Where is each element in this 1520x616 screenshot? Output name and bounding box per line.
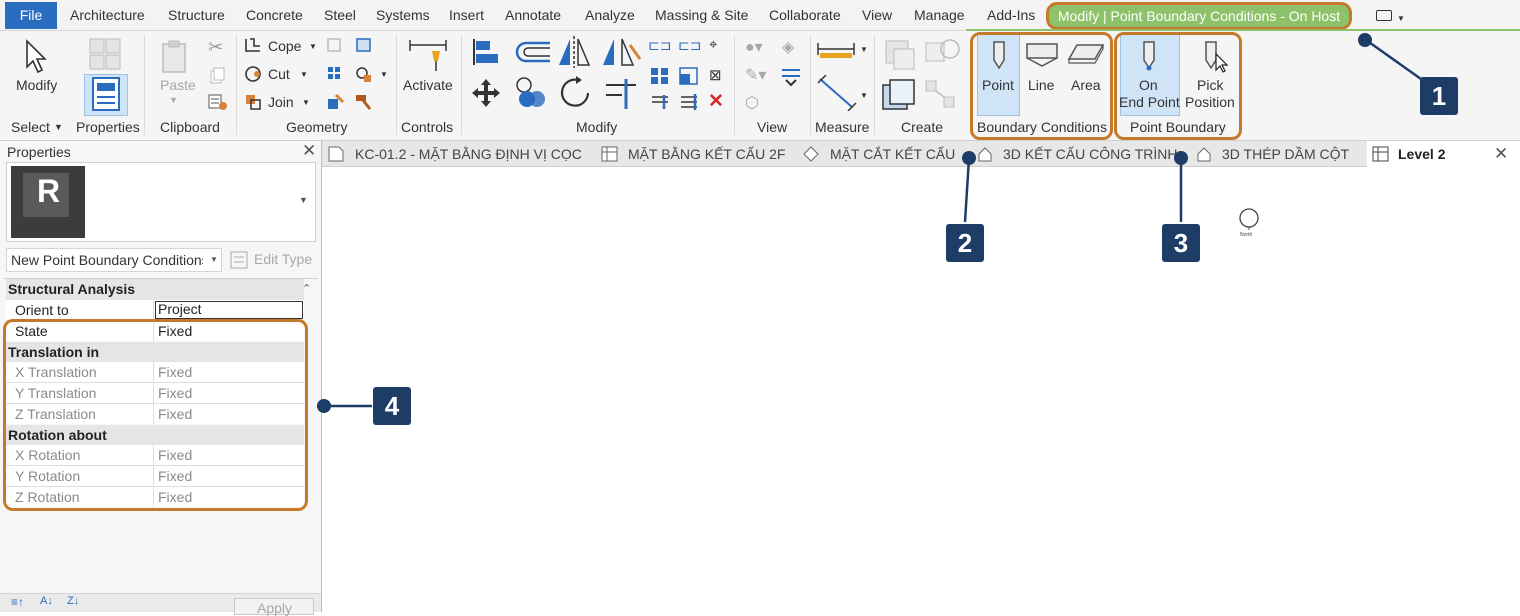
callout-4-dot xyxy=(317,399,331,413)
callout-badge-2: 2 xyxy=(946,224,984,262)
callout-badge-4: 4 xyxy=(373,387,411,425)
callout-leader-lines xyxy=(324,38,1422,408)
callout-2-dot xyxy=(962,151,976,165)
callout-badge-1: 1 xyxy=(1420,77,1458,115)
callout-badge-3: 3 xyxy=(1162,224,1200,262)
callout-3-dot xyxy=(1174,151,1188,165)
callout-1-dot xyxy=(1358,33,1372,47)
